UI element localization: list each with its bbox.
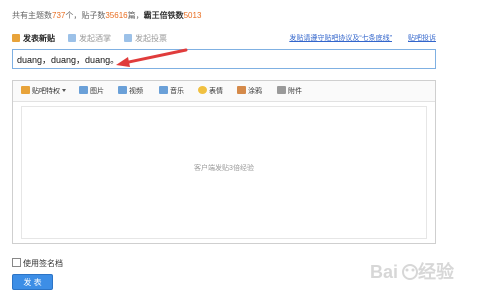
signature-option[interactable]: 使用签名档 (12, 258, 63, 269)
toolbar-attachment[interactable]: 附件 (277, 86, 302, 96)
posting-rules-link[interactable]: 发贴请遵守贴吧协议及“七条底线” (289, 33, 392, 43)
tab-new-post-label: 发表新贴 (23, 34, 55, 43)
video-icon (118, 86, 127, 94)
complaint-link[interactable]: 贴吧投诉 (408, 33, 436, 43)
members-count: 5013 (183, 11, 202, 20)
forum-stats: 共有主题数737个，贴子数35616篇，霸王倍铁数5013 (12, 10, 201, 21)
red-arrow-annotation (116, 48, 188, 67)
image-icon (68, 34, 76, 42)
posts-count: 35616 (105, 11, 128, 20)
toolbar-privilege-label: 贴吧特权 (32, 88, 60, 95)
toolbar-doodle[interactable]: 涂鸦 (237, 86, 262, 96)
attachment-icon (277, 86, 286, 94)
tab-start-album-label: 发起酒掌 (79, 34, 111, 43)
toolbar-video[interactable]: 视频 (118, 86, 143, 96)
toolbar-emoji[interactable]: 表情 (198, 86, 223, 96)
toolbar-music-label: 音乐 (170, 88, 184, 95)
toolbar-doodle-label: 涂鸦 (248, 88, 262, 95)
posts-separator: 篇， (127, 11, 144, 20)
tab-new-post[interactable]: 发表新贴 (12, 33, 55, 44)
members-label: 霸王倍铁数 (143, 11, 184, 20)
signature-checkbox[interactable] (12, 258, 21, 267)
editor-toolbar: 贴吧特权 图片 视频 音乐 表情 涂鸦 附件 (13, 81, 435, 102)
tab-start-album[interactable]: 发起酒掌 (68, 33, 111, 44)
vote-icon (124, 34, 132, 42)
crown-icon (21, 86, 30, 94)
svg-text:经验: 经验 (418, 261, 455, 282)
toolbar-music[interactable]: 音乐 (159, 86, 184, 96)
tab-start-vote-label: 发起投票 (135, 34, 167, 43)
toolbar-privilege[interactable]: 贴吧特权 (21, 86, 66, 96)
brush-icon (237, 86, 246, 94)
topics-label: 共有主题数 (12, 11, 52, 20)
music-icon (159, 86, 168, 94)
editor-placeholder: 客户端发贴3倍经验 (194, 165, 254, 172)
post-title-input[interactable] (12, 49, 436, 69)
chevron-down-icon (62, 89, 66, 92)
svg-text:Bai: Bai (370, 262, 398, 282)
post-editor: 贴吧特权 图片 视频 音乐 表情 涂鸦 附件 客户端发贴3倍经验 (12, 80, 436, 244)
topics-separator: 个，贴子数 (65, 11, 106, 20)
picture-icon (79, 86, 88, 94)
topics-count: 737 (52, 11, 66, 20)
baidu-watermark-logo: Bai 经验 (370, 261, 455, 282)
smiley-icon (198, 86, 207, 94)
signature-label: 使用签名档 (23, 259, 63, 268)
toolbar-video-label: 视频 (129, 88, 143, 95)
toolbar-picture-label: 图片 (90, 88, 104, 95)
pencil-icon (12, 34, 20, 42)
toolbar-emoji-label: 表情 (209, 88, 223, 95)
publish-button[interactable]: 发 表 (12, 274, 53, 290)
toolbar-picture[interactable]: 图片 (79, 86, 104, 96)
tab-start-vote[interactable]: 发起投票 (124, 33, 167, 44)
editor-content-area[interactable]: 客户端发贴3倍经验 (21, 106, 427, 239)
toolbar-attachment-label: 附件 (288, 88, 302, 95)
